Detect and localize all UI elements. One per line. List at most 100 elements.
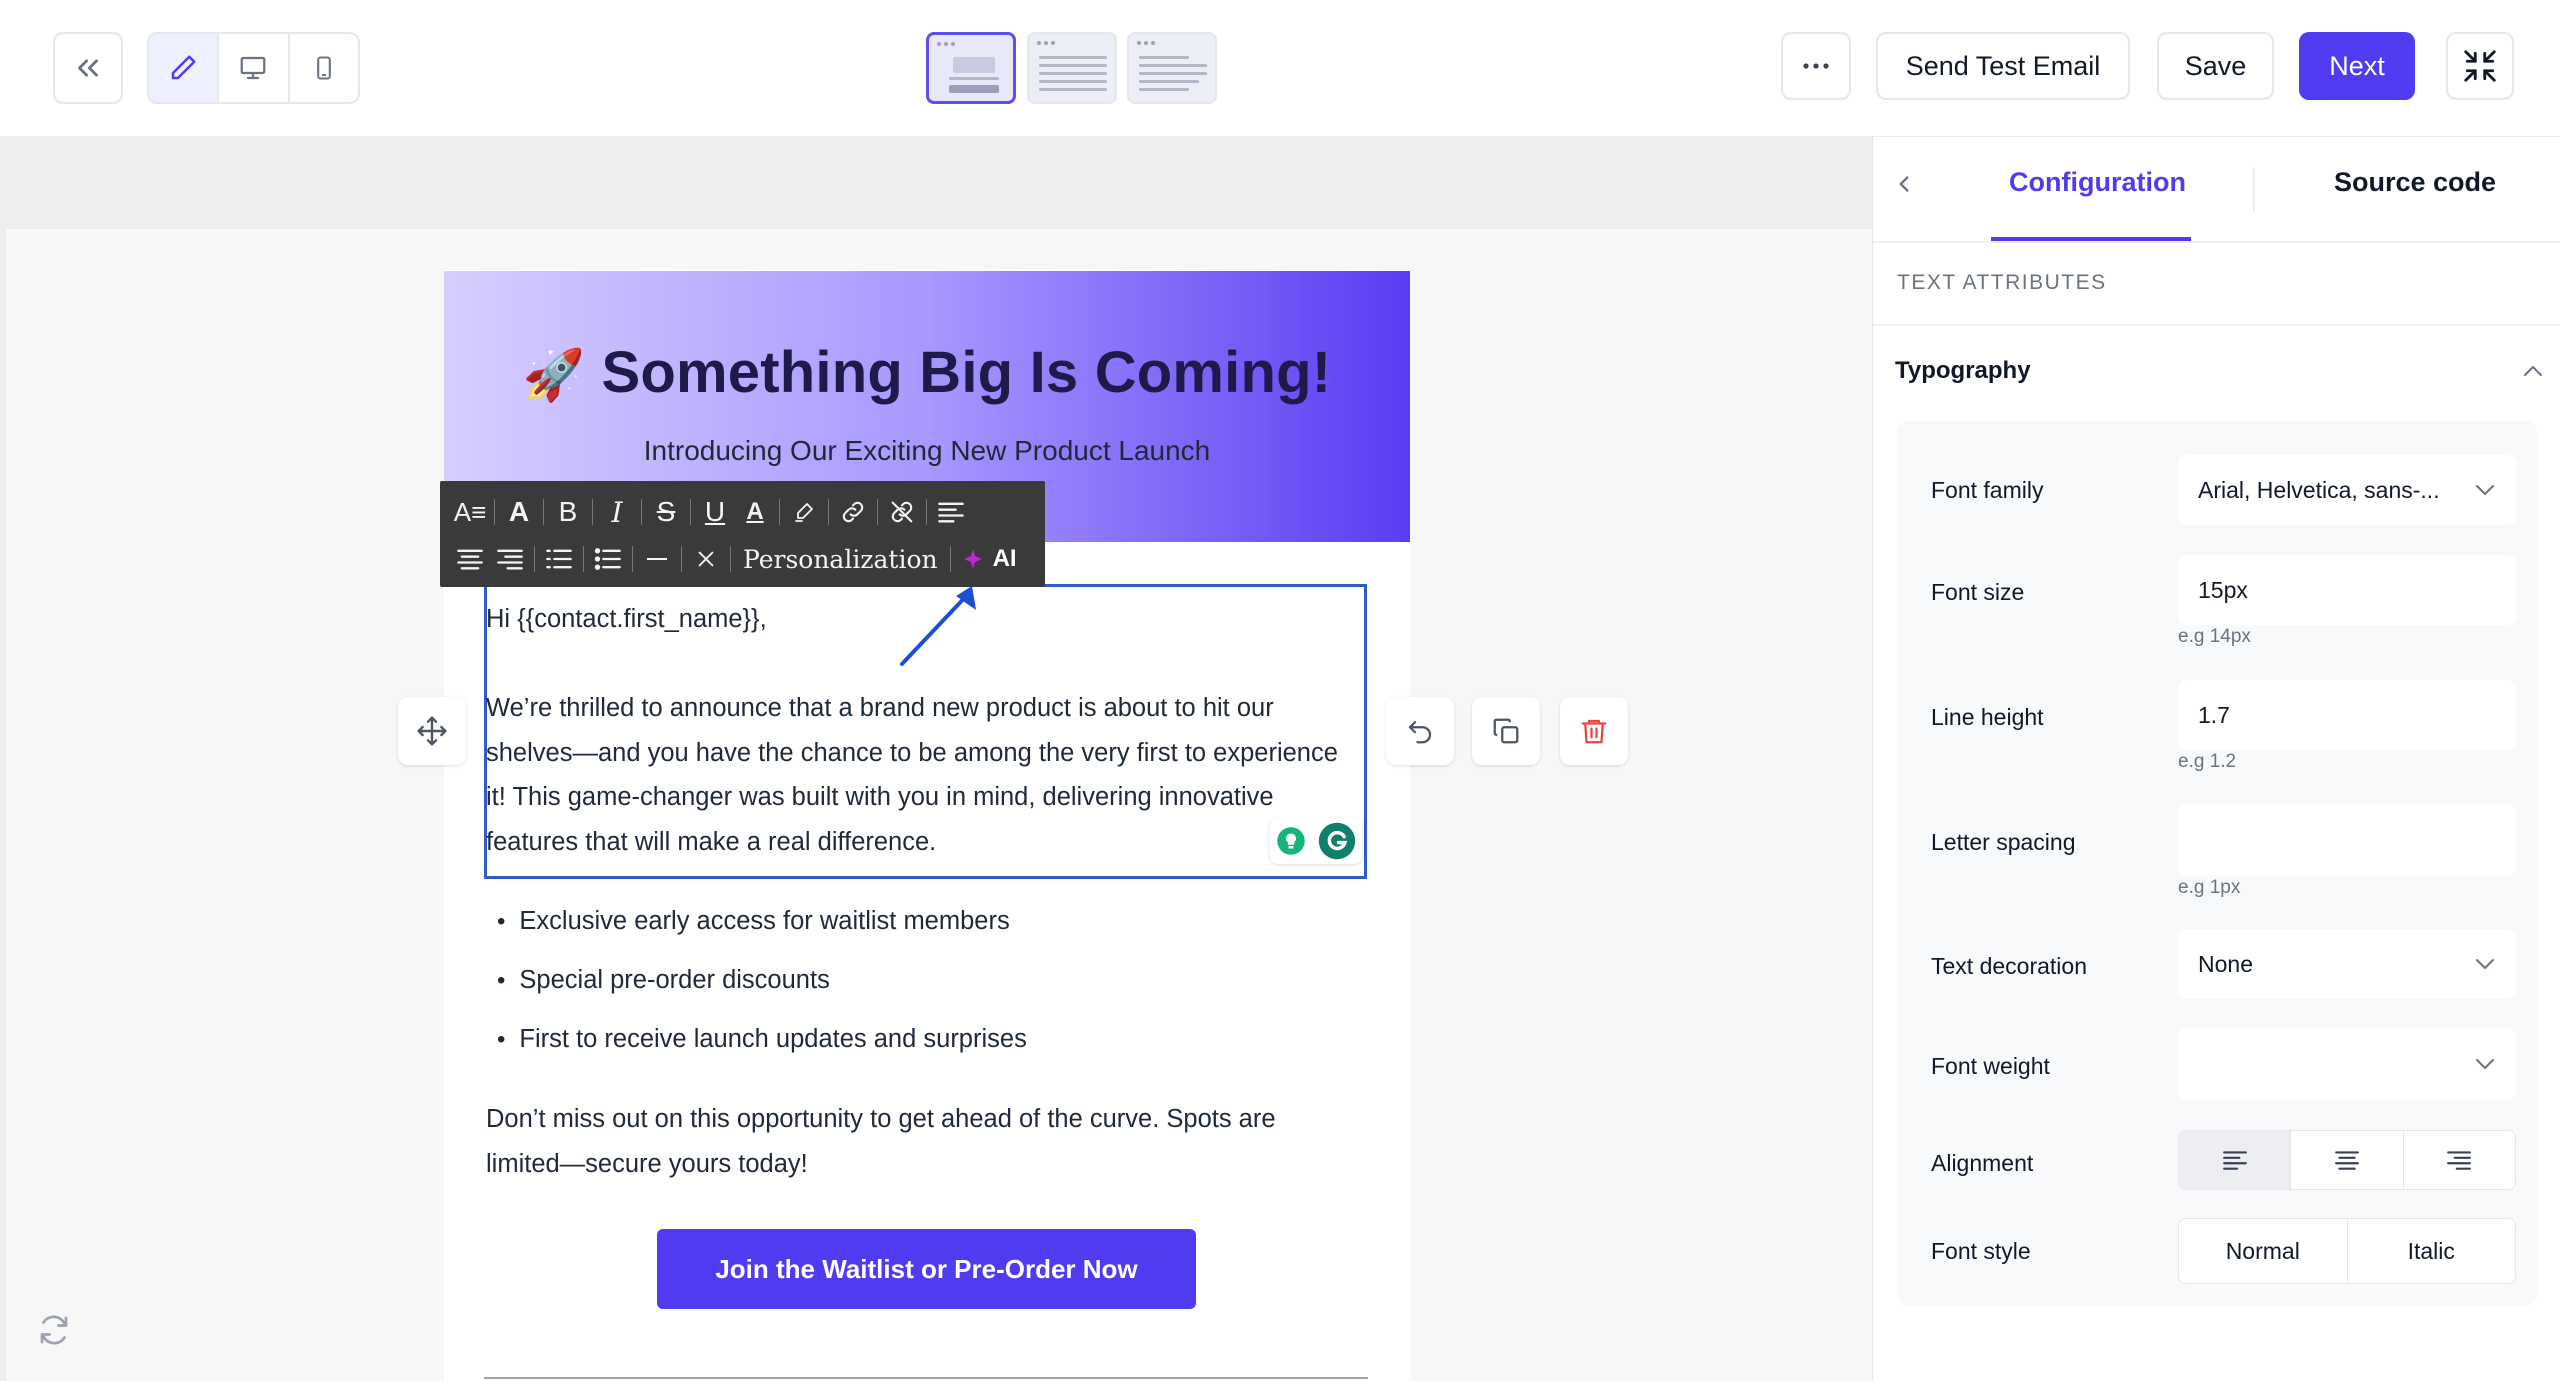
font-family-label: Font family <box>1931 477 2044 503</box>
unlink-icon[interactable] <box>882 492 922 532</box>
font-weight-select[interactable] <box>2178 1029 2516 1099</box>
greeting-text[interactable]: Hi {{contact.first_name}}, <box>486 597 767 642</box>
letter-spacing-hint: e.g 1px <box>2178 877 2241 898</box>
chevron-down-icon <box>2474 1057 2496 1071</box>
horizontal-rule-icon[interactable] <box>637 539 677 579</box>
line-height-label: Line height <box>1931 704 2044 730</box>
alignment-label: Alignment <box>1931 1150 2034 1176</box>
typography-heading[interactable]: Typography <box>1895 357 2031 385</box>
chevron-up-icon <box>2521 361 2545 381</box>
clear-format-icon[interactable] <box>686 539 726 579</box>
line-height-input[interactable]: 1.7 <box>2178 680 2516 750</box>
chevron-down-icon <box>2474 483 2496 497</box>
align-left-icon[interactable] <box>931 492 971 532</box>
undo-button[interactable] <box>1386 697 1454 765</box>
text-color-icon[interactable]: A <box>735 492 775 532</box>
font-weight-label: Font weight <box>1931 1053 2050 1079</box>
layout-thumbnail-2[interactable] <box>1027 32 1117 104</box>
ai-button[interactable]: AI <box>955 545 1017 573</box>
letter-spacing-label: Letter spacing <box>1931 829 2076 855</box>
intro-paragraph[interactable]: We’re thrilled to announce that a brand … <box>486 686 1338 864</box>
bold-icon[interactable]: B <box>548 492 588 532</box>
align-left-icon <box>2222 1149 2248 1171</box>
font-style-italic-button[interactable]: Italic <box>2348 1219 2516 1283</box>
monitor-icon <box>238 53 268 83</box>
undo-icon <box>1405 716 1435 746</box>
bullet-list-icon[interactable] <box>588 539 628 579</box>
font-family-value: Arial, Helvetica, sans-... <box>2198 476 2440 503</box>
layout-thumbnail-1[interactable] <box>926 32 1016 104</box>
grammarly-icon <box>1318 822 1356 860</box>
highlight-icon[interactable] <box>784 492 824 532</box>
benefits-list[interactable]: Exclusive early access for waitlist memb… <box>497 892 1027 1069</box>
edit-mode-button[interactable] <box>149 34 220 102</box>
list-item: Special pre-order discounts <box>497 951 1027 1010</box>
grammar-assistant-widget[interactable] <box>1270 818 1362 864</box>
letter-spacing-input[interactable] <box>2178 805 2516 875</box>
annotation-arrow <box>900 586 976 666</box>
chevron-left-icon <box>1891 171 1917 197</box>
section-label: TEXT ATTRIBUTES <box>1897 271 2107 294</box>
more-options-button[interactable] <box>1781 32 1851 100</box>
paragraph-line: We’re thrilled to announce that a brand … <box>486 694 1274 722</box>
move-block-handle[interactable] <box>398 697 466 765</box>
paragraph-line: features that will make a real differenc… <box>486 827 937 856</box>
delete-block-button[interactable] <box>1560 697 1628 765</box>
font-family-select[interactable]: Arial, Helvetica, sans-... <box>2178 455 2516 525</box>
line-height-value: 1.7 <box>2198 701 2230 728</box>
refresh-button[interactable] <box>36 1312 72 1348</box>
tab-source-code[interactable]: Source code <box>2334 167 2496 198</box>
personalization-button[interactable]: Personalization <box>735 545 946 574</box>
save-button[interactable]: Save <box>2157 32 2274 100</box>
layout-thumbnail-3[interactable] <box>1127 32 1217 104</box>
double-chevron-left-icon <box>71 51 105 85</box>
ordered-list-icon[interactable] <box>539 539 579 579</box>
font-style-label: Font style <box>1931 1238 2031 1264</box>
link-icon[interactable] <box>833 492 873 532</box>
font-style-normal-button[interactable]: Normal <box>2179 1219 2348 1283</box>
lightbulb-icon <box>1276 826 1306 856</box>
panel-back-button[interactable] <box>1891 171 1917 197</box>
align-center-button[interactable] <box>2291 1131 2404 1189</box>
move-icon <box>416 715 448 747</box>
desktop-preview-button[interactable] <box>219 34 290 102</box>
align-left-button[interactable] <box>2179 1131 2292 1189</box>
phone-icon <box>310 53 338 83</box>
trash-icon <box>1579 716 1609 746</box>
paragraph-line: shelves—and you have the chance to be am… <box>486 738 1338 767</box>
align-right-icon[interactable] <box>490 539 530 579</box>
cta-button[interactable]: Join the Waitlist or Pre-Order Now <box>657 1229 1196 1309</box>
font-size-hint: e.g 14px <box>2178 626 2251 647</box>
text-decoration-select[interactable]: None <box>2178 929 2516 999</box>
tab-configuration[interactable]: Configuration <box>2009 167 2186 198</box>
sparkle-icon <box>961 547 985 571</box>
panel-divider <box>1873 324 2560 326</box>
font-size-value: 15px <box>2198 576 2248 603</box>
underline-icon[interactable]: U <box>695 492 735 532</box>
hero-title: 🚀 Something Big Is Coming! <box>522 340 1332 405</box>
duplicate-block-button[interactable] <box>1472 697 1540 765</box>
align-right-button[interactable] <box>2404 1131 2515 1189</box>
next-button[interactable]: Next <box>2299 32 2415 100</box>
font-size-input[interactable]: 15px <box>2178 555 2516 625</box>
paragraph-line: it! This game-changer was built with you… <box>486 783 1274 812</box>
align-center-icon[interactable] <box>450 539 490 579</box>
closing-paragraph[interactable]: Don’t miss out on this opportunity to ge… <box>486 1097 1276 1186</box>
italic-icon[interactable]: I <box>597 492 637 532</box>
rocket-emoji: 🚀 <box>522 347 586 403</box>
font-size-icon[interactable]: A≡ <box>450 492 490 532</box>
list-item: First to receive launch updates and surp… <box>497 1010 1026 1069</box>
font-family-icon[interactable]: A <box>499 492 539 532</box>
send-test-email-button[interactable]: Send Test Email <box>1876 32 2130 100</box>
refresh-icon <box>36 1312 72 1348</box>
font-style-switch: Normal Italic <box>2178 1218 2516 1284</box>
pencil-icon <box>168 53 198 83</box>
strikethrough-icon[interactable]: S <box>646 492 686 532</box>
back-button[interactable] <box>53 32 123 104</box>
line-height-hint: e.g 1.2 <box>2178 751 2237 772</box>
collapse-button[interactable] <box>2446 32 2514 100</box>
chevron-down-icon <box>2474 957 2496 971</box>
text-decoration-value: None <box>2198 950 2253 977</box>
mobile-preview-button[interactable] <box>290 34 358 102</box>
typography-collapse-toggle[interactable] <box>2521 361 2545 381</box>
